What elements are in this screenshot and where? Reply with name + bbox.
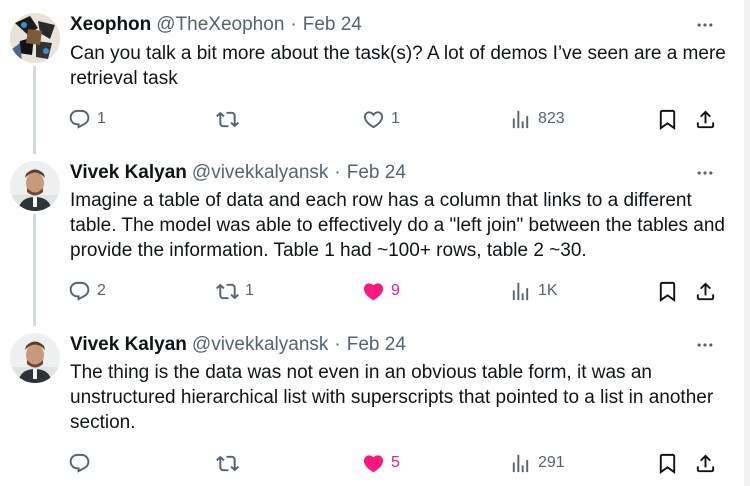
- tweet-date[interactable]: Feb 24: [347, 334, 406, 356]
- reply-button[interactable]: [68, 448, 97, 478]
- share-icon: [694, 452, 717, 475]
- views-button[interactable]: 823: [509, 104, 565, 134]
- separator-dot: ·: [290, 14, 297, 35]
- repost-button[interactable]: [216, 448, 245, 478]
- reply-button[interactable]: 2: [68, 276, 106, 306]
- view-count: 1K: [538, 282, 558, 299]
- repost-icon: [216, 108, 239, 131]
- author-handle[interactable]: @vivekkalyansk: [192, 162, 329, 184]
- views-chart-icon: [509, 452, 532, 475]
- avatar[interactable]: [10, 13, 60, 63]
- bookmark-icon: [656, 452, 679, 475]
- like-count: 1: [391, 110, 400, 127]
- like-button[interactable]: 9: [362, 276, 400, 306]
- author-handle[interactable]: @vivekkalyansk: [192, 334, 329, 356]
- reply-button[interactable]: 1: [68, 104, 106, 134]
- tweet[interactable]: Xeophon @TheXeophon · Feb 24 Can you tal…: [0, 13, 736, 148]
- view-count: 291: [538, 454, 565, 471]
- repost-icon: [216, 452, 239, 475]
- tweet-text: Imagine a table of data and each row has…: [70, 190, 725, 261]
- reply-count: 1: [97, 110, 106, 127]
- bookmark-button[interactable]: [656, 104, 679, 134]
- repost-icon: [216, 280, 239, 303]
- share-button[interactable]: [694, 104, 717, 134]
- separator-dot: ·: [334, 162, 341, 183]
- bookmark-button[interactable]: [656, 276, 679, 306]
- separator-dot: ·: [334, 334, 341, 355]
- views-chart-icon: [509, 280, 532, 303]
- bookmark-icon: [656, 108, 679, 131]
- tweet-actions: 1 1 823: [68, 104, 728, 134]
- tweet-date[interactable]: Feb 24: [347, 162, 406, 184]
- views-button[interactable]: 1K: [509, 276, 558, 306]
- avatar[interactable]: [10, 161, 60, 211]
- bookmark-icon: [656, 280, 679, 303]
- reply-icon: [68, 280, 91, 303]
- views-button[interactable]: 291: [509, 448, 565, 478]
- like-count: 5: [391, 454, 400, 471]
- heart-icon: [362, 108, 385, 131]
- share-button[interactable]: [694, 448, 717, 478]
- tweet-header: Xeophon @TheXeophon · Feb 24: [70, 13, 362, 37]
- heart-icon: [362, 280, 385, 303]
- tweet-text: Can you talk a bit more about the task(s…: [70, 43, 726, 89]
- repost-count: 1: [245, 282, 254, 299]
- tweet-actions: 5 291: [68, 448, 728, 478]
- view-count: 823: [538, 110, 565, 127]
- tweet-header: Vivek Kalyan @vivekkalyansk · Feb 24: [70, 161, 406, 185]
- author-name[interactable]: Vivek Kalyan: [70, 334, 187, 356]
- more-dots-icon[interactable]: [694, 335, 716, 355]
- repost-button[interactable]: [216, 104, 245, 134]
- share-icon: [694, 280, 717, 303]
- reply-icon: [68, 108, 91, 131]
- more-dots-icon[interactable]: [694, 15, 716, 35]
- like-button[interactable]: 1: [362, 104, 400, 134]
- like-count: 9: [391, 282, 400, 299]
- share-button[interactable]: [694, 276, 717, 306]
- avatar[interactable]: [10, 333, 60, 383]
- tweet-actions: 2 1 9 1K: [68, 276, 728, 306]
- like-button[interactable]: 5: [362, 448, 400, 478]
- reply-icon: [68, 452, 91, 475]
- heart-icon: [362, 452, 385, 475]
- author-name[interactable]: Vivek Kalyan: [70, 162, 187, 184]
- author-handle[interactable]: @TheXeophon: [156, 14, 284, 36]
- scrollbar[interactable]: [744, 0, 750, 486]
- reply-count: 2: [97, 282, 106, 299]
- tweet-text: The thing is the data was not even in an…: [70, 362, 714, 433]
- tweet[interactable]: Vivek Kalyan @vivekkalyansk · Feb 24 Ima…: [0, 161, 736, 311]
- repost-button[interactable]: 1: [216, 276, 254, 306]
- tweet-date[interactable]: Feb 24: [303, 14, 362, 36]
- author-name[interactable]: Xeophon: [70, 14, 151, 36]
- bookmark-button[interactable]: [656, 448, 679, 478]
- views-chart-icon: [509, 108, 532, 131]
- more-dots-icon[interactable]: [694, 163, 716, 183]
- tweet-header: Vivek Kalyan @vivekkalyansk · Feb 24: [70, 333, 406, 357]
- tweet[interactable]: Vivek Kalyan @vivekkalyansk · Feb 24 The…: [0, 333, 736, 483]
- share-icon: [694, 108, 717, 131]
